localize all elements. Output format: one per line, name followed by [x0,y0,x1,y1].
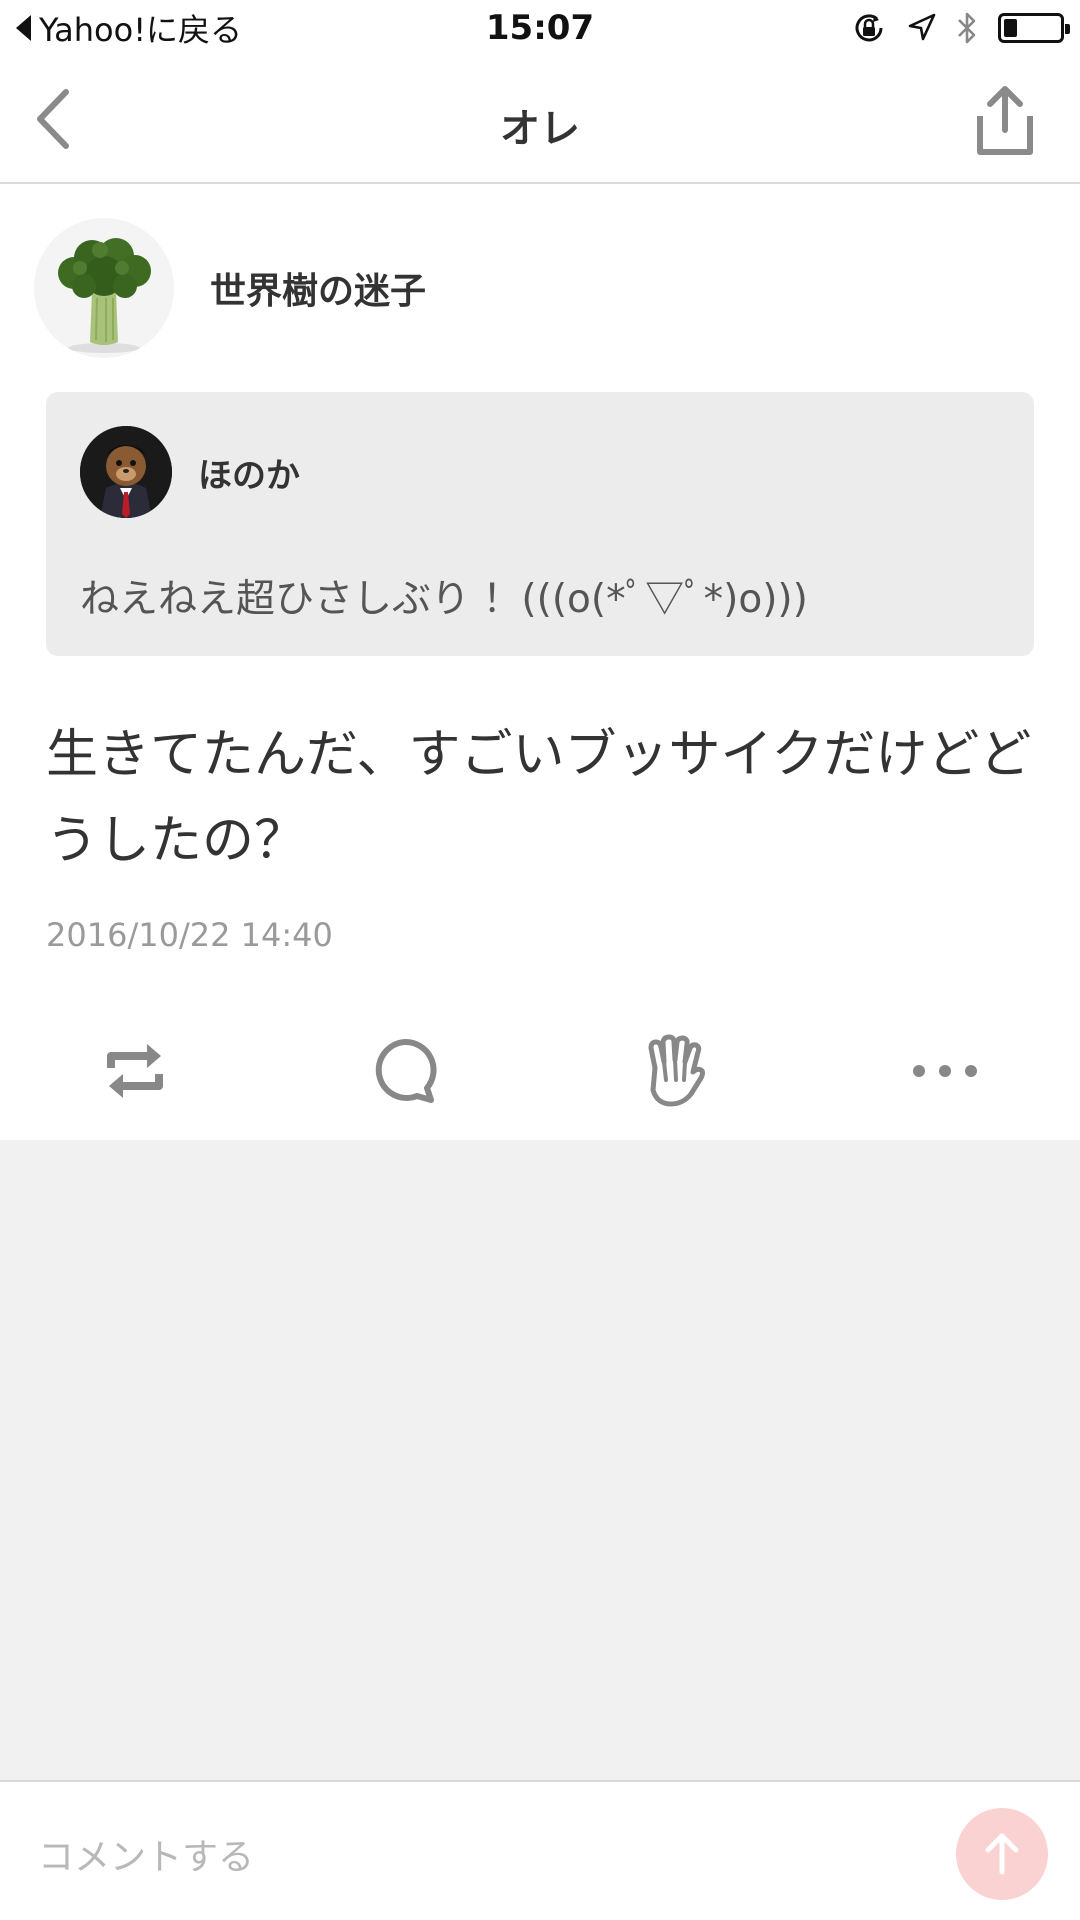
retweet-icon[interactable] [95,1034,175,1108]
comment-bar [0,1780,1080,1920]
send-button[interactable] [956,1808,1048,1900]
action-bar [0,1020,1080,1120]
author-name[interactable]: 世界樹の迷子 [210,262,426,314]
share-icon[interactable] [970,84,1040,158]
arrow-up-icon [985,1833,1019,1875]
avatar-image [80,426,172,518]
bluetooth-icon [958,12,976,44]
post-detail-screen: Yahoo!に戻る 15:07 オレ 世界樹の迷子 ほのか ねえねえ超ひさしぶり… [0,0,1080,1920]
avatar[interactable] [34,218,174,358]
quoted-post-header: ほのか [80,426,300,518]
orientation-lock-icon [855,14,883,42]
comments-area [0,1140,1080,1780]
comment-input[interactable] [38,1832,638,1882]
post-text: 生きてたんだ、すごいブッサイクだけどどうしたの？ [46,725,1032,871]
battery-level [1004,19,1018,37]
quoted-post-text: ねえねえ超ひさしぶり ！(((o(*ﾟ▽ﾟ*)o))) [80,577,808,622]
quoted-author-avatar[interactable] [80,426,172,518]
status-icons [852,10,1070,46]
comment-icon[interactable] [365,1034,445,1108]
clap-icon[interactable] [635,1034,715,1108]
post-timestamp: 2016/10/22 14:40 [46,916,333,954]
status-bar: Yahoo!に戻る 15:07 [0,0,1080,56]
more-icon[interactable] [905,1034,985,1108]
battery-icon [998,13,1070,43]
broccoli-avatar [34,218,174,358]
quoted-author-name[interactable]: ほのか [198,448,300,497]
quoted-post[interactable]: ほのか ねえねえ超ひさしぶり ！(((o(*ﾟ▽ﾟ*)o))) [46,392,1034,656]
page-title: オレ [500,106,580,152]
navigation-bar: オレ [0,56,1080,184]
post-author[interactable]: 世界樹の迷子 [34,218,426,358]
location-icon [908,13,936,41]
